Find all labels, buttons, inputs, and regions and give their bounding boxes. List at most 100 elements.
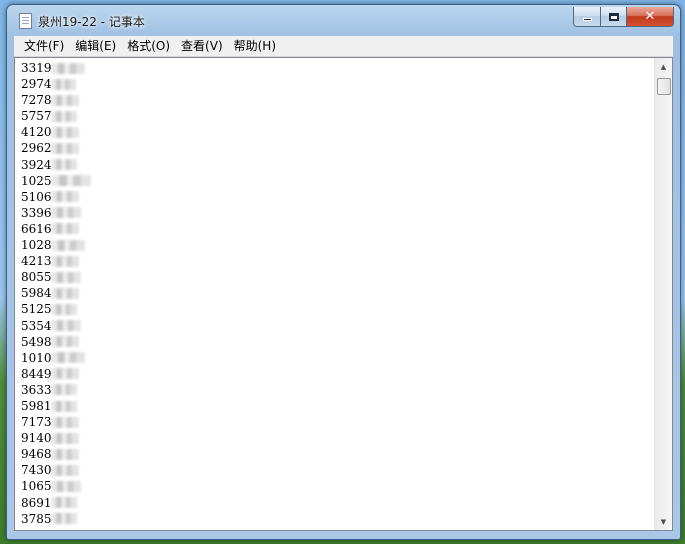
maximize-icon bbox=[608, 12, 619, 21]
line-number-prefix: 9468 bbox=[21, 447, 52, 462]
redacted-text bbox=[50, 287, 79, 299]
close-button[interactable]: ✕ bbox=[627, 7, 674, 27]
text-line: 5106 bbox=[21, 189, 654, 205]
text-line: 1010 bbox=[21, 350, 654, 366]
redacted-text bbox=[50, 255, 79, 267]
text-line: 5125 bbox=[21, 301, 654, 317]
menu-edit[interactable]: 编辑(E) bbox=[71, 36, 123, 56]
text-line: 4213 bbox=[21, 253, 654, 269]
arrow-down-icon: ▼ bbox=[660, 517, 667, 526]
line-number-prefix: 8055 bbox=[21, 270, 52, 285]
text-line: 1065 bbox=[21, 478, 654, 494]
text-line: 3319 bbox=[21, 60, 654, 76]
text-line: 5354 bbox=[21, 318, 654, 334]
window-title: 泉州19-22 - 记事本 bbox=[38, 15, 145, 29]
line-number-prefix: 3396 bbox=[21, 205, 52, 220]
menu-format[interactable]: 格式(O) bbox=[123, 36, 177, 56]
line-number-prefix: 3785 bbox=[21, 511, 52, 526]
line-number-prefix: 7278 bbox=[21, 93, 52, 108]
redacted-text bbox=[50, 368, 79, 380]
scroll-thumb[interactable] bbox=[657, 78, 671, 95]
line-number-prefix: 6616 bbox=[21, 221, 52, 236]
redacted-text bbox=[50, 448, 79, 460]
redacted-text bbox=[50, 239, 85, 251]
text-line: 3633 bbox=[21, 382, 654, 398]
minimize-button[interactable] bbox=[573, 7, 601, 27]
notepad-window: 泉州19-22 - 记事本 ✕ 文件(F) 编辑(E) 格式(O) 查看(V) … bbox=[6, 4, 681, 540]
redacted-text bbox=[50, 62, 85, 74]
line-number-prefix: 1028 bbox=[21, 238, 52, 253]
redacted-text bbox=[50, 175, 91, 187]
vertical-scrollbar[interactable]: ▲ ▼ bbox=[654, 58, 672, 530]
text-line: 2962 bbox=[21, 140, 654, 156]
redacted-text bbox=[50, 303, 77, 315]
text-line: 8691 bbox=[21, 495, 654, 511]
redacted-text bbox=[50, 271, 81, 283]
line-number-prefix: 1010 bbox=[21, 350, 52, 365]
text-content[interactable]: 3319 2974 7278 5757 4120 2962 3924 1025 5106 3396… bbox=[21, 60, 654, 530]
line-number-prefix: 5354 bbox=[21, 318, 52, 333]
redacted-text bbox=[50, 432, 79, 444]
redacted-text bbox=[50, 191, 79, 203]
scroll-down-button[interactable]: ▼ bbox=[655, 513, 672, 530]
text-line: 5984 bbox=[21, 285, 654, 301]
redacted-text bbox=[50, 78, 76, 90]
line-number-prefix: 5106 bbox=[21, 189, 52, 204]
redacted-text bbox=[50, 513, 77, 525]
redacted-text bbox=[50, 223, 79, 235]
line-number-prefix: 4213 bbox=[21, 254, 52, 269]
title-bar[interactable]: 泉州19-22 - 记事本 ✕ bbox=[7, 5, 680, 35]
text-line: 7278 bbox=[21, 92, 654, 108]
notepad-icon bbox=[19, 13, 32, 29]
text-line: 5981 bbox=[21, 398, 654, 414]
line-number-prefix: 2962 bbox=[21, 141, 52, 156]
redacted-text bbox=[50, 416, 79, 428]
arrow-up-icon: ▲ bbox=[660, 62, 667, 71]
redacted-text bbox=[50, 320, 81, 332]
redacted-text bbox=[50, 126, 79, 138]
close-icon: ✕ bbox=[644, 9, 656, 24]
line-number-prefix: 5498 bbox=[21, 334, 52, 349]
redacted-text bbox=[50, 143, 79, 155]
text-line: 3396 bbox=[21, 205, 654, 221]
line-number-prefix: 7173 bbox=[21, 415, 52, 430]
line-number-prefix: 5981 bbox=[21, 398, 52, 413]
line-number-prefix: 9140 bbox=[21, 431, 52, 446]
text-line: 5498 bbox=[21, 334, 654, 350]
line-number-prefix: 2974 bbox=[21, 77, 52, 92]
text-line: 7173 bbox=[21, 414, 654, 430]
text-line: 1028 bbox=[21, 237, 654, 253]
line-number-prefix: 8449 bbox=[21, 366, 52, 381]
caption-buttons: ✕ bbox=[573, 7, 674, 27]
redacted-text bbox=[50, 384, 77, 396]
redacted-text bbox=[50, 336, 79, 348]
scroll-up-button[interactable]: ▲ bbox=[655, 58, 672, 75]
menu-view[interactable]: 查看(V) bbox=[177, 36, 230, 56]
line-number-prefix: 7430 bbox=[21, 463, 52, 478]
line-number-prefix: 5984 bbox=[21, 286, 52, 301]
redacted-text bbox=[50, 480, 81, 492]
redacted-text bbox=[50, 159, 77, 171]
line-number-prefix: 3633 bbox=[21, 382, 52, 397]
text-line: 7430 bbox=[21, 462, 654, 478]
minimize-icon bbox=[582, 18, 592, 21]
line-number-prefix: 4120 bbox=[21, 125, 52, 140]
menu-help[interactable]: 帮助(H) bbox=[230, 36, 283, 56]
redacted-text bbox=[50, 400, 77, 412]
redacted-text bbox=[50, 94, 79, 106]
menu-file[interactable]: 文件(F) bbox=[14, 36, 71, 56]
text-line: 5757 bbox=[21, 108, 654, 124]
text-line: 9468 bbox=[21, 446, 654, 462]
text-line: 8449 bbox=[21, 366, 654, 382]
redacted-text bbox=[50, 207, 81, 219]
line-number-prefix: 1065 bbox=[21, 479, 52, 494]
text-line: 4120 bbox=[21, 124, 654, 140]
maximize-button[interactable] bbox=[601, 7, 627, 27]
text-line: 1025 bbox=[21, 173, 654, 189]
line-number-prefix: 5125 bbox=[21, 302, 52, 317]
redacted-text bbox=[50, 352, 85, 364]
redacted-text bbox=[50, 464, 79, 476]
text-editor[interactable]: 3319 2974 7278 5757 4120 2962 3924 1025 5106 3396… bbox=[14, 57, 673, 531]
line-number-prefix: 3319 bbox=[21, 61, 52, 75]
text-line: 3785 bbox=[21, 511, 654, 527]
